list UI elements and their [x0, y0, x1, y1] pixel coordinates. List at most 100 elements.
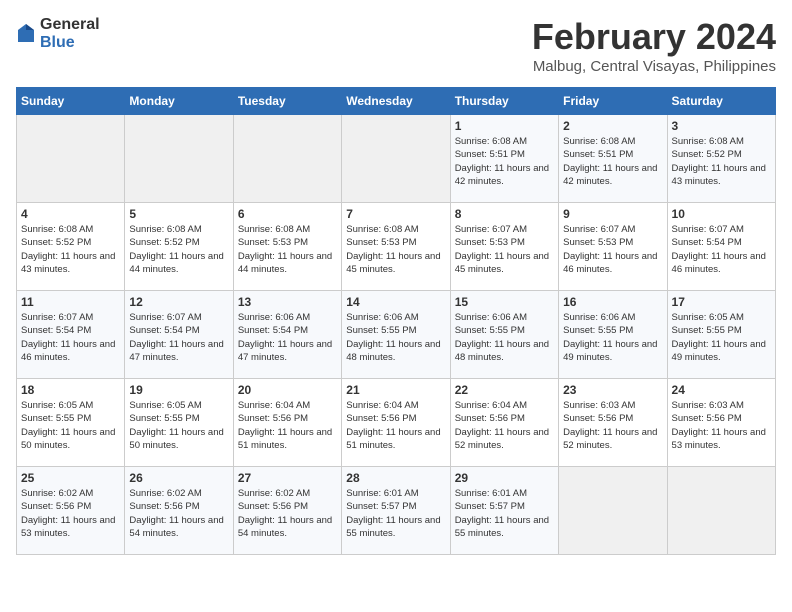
cell-info: Sunrise: 6:07 AM Sunset: 5:54 PM Dayligh…	[129, 311, 228, 364]
cell-info: Sunrise: 6:08 AM Sunset: 5:51 PM Dayligh…	[563, 135, 662, 188]
calendar-cell: 17 Sunrise: 6:05 AM Sunset: 5:55 PM Dayli…	[667, 291, 775, 379]
week-row-3: 11 Sunrise: 6:07 AM Sunset: 5:54 PM Dayli…	[17, 291, 776, 379]
calendar-cell: 14Sunrise: 6:06 AM Sunset: 5:55 PM Dayli…	[342, 291, 450, 379]
calendar-cell: 24 Sunrise: 6:03 AM Sunset: 5:56 PM Dayli…	[667, 379, 775, 467]
cell-info: Sunrise: 6:07 AM Sunset: 5:53 PM Dayligh…	[563, 223, 662, 276]
calendar-title: February 2024	[532, 16, 776, 58]
day-number: 4	[21, 207, 120, 221]
cell-info: Sunrise: 6:08 AM Sunset: 5:53 PM Dayligh…	[238, 223, 337, 276]
calendar-cell: 6 Sunrise: 6:08 AM Sunset: 5:53 PM Daylig…	[233, 203, 341, 291]
day-number: 21	[346, 383, 445, 397]
day-number: 1	[455, 119, 554, 133]
calendar-cell: 5Sunrise: 6:08 AM Sunset: 5:52 PM Daylig…	[125, 203, 233, 291]
cell-info: Sunrise: 6:03 AM Sunset: 5:56 PM Dayligh…	[672, 399, 771, 452]
day-number: 10	[672, 207, 771, 221]
calendar-cell: 18Sunrise: 6:05 AM Sunset: 5:55 PM Dayli…	[17, 379, 125, 467]
cell-info: Sunrise: 6:08 AM Sunset: 5:52 PM Dayligh…	[21, 223, 120, 276]
day-number: 22	[455, 383, 554, 397]
day-number: 20	[238, 383, 337, 397]
calendar-cell: 2 Sunrise: 6:08 AM Sunset: 5:51 PM Daylig…	[559, 115, 667, 203]
calendar-table: SundayMondayTuesdayWednesdayThursdayFrid…	[16, 87, 776, 555]
calendar-cell: 26Sunrise: 6:02 AM Sunset: 5:56 PM Dayli…	[125, 467, 233, 555]
logo-general-text: General	[40, 16, 100, 34]
header-day-tuesday: Tuesday	[233, 88, 341, 115]
calendar-cell: 7 Sunrise: 6:08 AM Sunset: 5:53 PM Daylig…	[342, 203, 450, 291]
cell-info: Sunrise: 6:08 AM Sunset: 5:53 PM Dayligh…	[346, 223, 445, 276]
calendar-cell: 23 Sunrise: 6:03 AM Sunset: 5:56 PM Dayli…	[559, 379, 667, 467]
logo-icon	[16, 22, 36, 46]
calendar-cell	[233, 115, 341, 203]
day-number: 27	[238, 471, 337, 485]
week-row-2: 4 Sunrise: 6:08 AM Sunset: 5:52 PM Daylig…	[17, 203, 776, 291]
cell-info: Sunrise: 6:02 AM Sunset: 5:56 PM Dayligh…	[21, 487, 120, 540]
cell-info: Sunrise: 6:07 AM Sunset: 5:53 PM Dayligh…	[455, 223, 554, 276]
logo-blue-text: Blue	[40, 34, 100, 52]
day-number: 29	[455, 471, 554, 485]
day-number: 9	[563, 207, 662, 221]
header-row: SundayMondayTuesdayWednesdayThursdayFrid…	[17, 88, 776, 115]
calendar-cell: 20 Sunrise: 6:04 AM Sunset: 5:56 PM Dayli…	[233, 379, 341, 467]
day-number: 13	[238, 295, 337, 309]
day-number: 24	[672, 383, 771, 397]
day-number: 26	[129, 471, 228, 485]
cell-info: Sunrise: 6:08 AM Sunset: 5:52 PM Dayligh…	[129, 223, 228, 276]
day-number: 2	[563, 119, 662, 133]
day-number: 7	[346, 207, 445, 221]
cell-info: Sunrise: 6:06 AM Sunset: 5:54 PM Dayligh…	[238, 311, 337, 364]
calendar-cell: 28 Sunrise: 6:01 AM Sunset: 5:57 PM Dayli…	[342, 467, 450, 555]
cell-info: Sunrise: 6:08 AM Sunset: 5:51 PM Dayligh…	[455, 135, 554, 188]
day-number: 15	[455, 295, 554, 309]
header-day-thursday: Thursday	[450, 88, 558, 115]
calendar-cell: 3 Sunrise: 6:08 AM Sunset: 5:52 PM Daylig…	[667, 115, 775, 203]
calendar-cell: 25 Sunrise: 6:02 AM Sunset: 5:56 PM Dayli…	[17, 467, 125, 555]
calendar-cell: 15 Sunrise: 6:06 AM Sunset: 5:55 PM Dayli…	[450, 291, 558, 379]
cell-info: Sunrise: 6:06 AM Sunset: 5:55 PM Dayligh…	[563, 311, 662, 364]
calendar-cell	[17, 115, 125, 203]
calendar-cell: 27Sunrise: 6:02 AM Sunset: 5:56 PM Dayli…	[233, 467, 341, 555]
cell-info: Sunrise: 6:04 AM Sunset: 5:56 PM Dayligh…	[238, 399, 337, 452]
week-row-4: 18Sunrise: 6:05 AM Sunset: 5:55 PM Dayli…	[17, 379, 776, 467]
calendar-cell: 12 Sunrise: 6:07 AM Sunset: 5:54 PM Dayli…	[125, 291, 233, 379]
header-day-monday: Monday	[125, 88, 233, 115]
cell-info: Sunrise: 6:08 AM Sunset: 5:52 PM Dayligh…	[672, 135, 771, 188]
header-day-friday: Friday	[559, 88, 667, 115]
cell-info: Sunrise: 6:07 AM Sunset: 5:54 PM Dayligh…	[21, 311, 120, 364]
day-number: 16	[563, 295, 662, 309]
title-section: February 2024 Malbug, Central Visayas, P…	[532, 16, 776, 75]
calendar-cell: 1 Sunrise: 6:08 AM Sunset: 5:51 PM Daylig…	[450, 115, 558, 203]
cell-info: Sunrise: 6:06 AM Sunset: 5:55 PM Dayligh…	[346, 311, 445, 364]
cell-info: Sunrise: 6:07 AM Sunset: 5:54 PM Dayligh…	[672, 223, 771, 276]
calendar-cell	[342, 115, 450, 203]
calendar-cell: 11 Sunrise: 6:07 AM Sunset: 5:54 PM Dayli…	[17, 291, 125, 379]
week-row-5: 25 Sunrise: 6:02 AM Sunset: 5:56 PM Dayli…	[17, 467, 776, 555]
calendar-cell: 13 Sunrise: 6:06 AM Sunset: 5:54 PM Dayli…	[233, 291, 341, 379]
day-number: 25	[21, 471, 120, 485]
day-number: 11	[21, 295, 120, 309]
cell-info: Sunrise: 6:03 AM Sunset: 5:56 PM Dayligh…	[563, 399, 662, 452]
day-number: 17	[672, 295, 771, 309]
cell-info: Sunrise: 6:04 AM Sunset: 5:56 PM Dayligh…	[346, 399, 445, 452]
calendar-subtitle: Malbug, Central Visayas, Philippines	[532, 58, 776, 75]
day-number: 12	[129, 295, 228, 309]
cell-info: Sunrise: 6:05 AM Sunset: 5:55 PM Dayligh…	[129, 399, 228, 452]
calendar-cell: 4 Sunrise: 6:08 AM Sunset: 5:52 PM Daylig…	[17, 203, 125, 291]
header-day-saturday: Saturday	[667, 88, 775, 115]
week-row-1: 1 Sunrise: 6:08 AM Sunset: 5:51 PM Daylig…	[17, 115, 776, 203]
calendar-cell	[125, 115, 233, 203]
day-number: 19	[129, 383, 228, 397]
cell-info: Sunrise: 6:05 AM Sunset: 5:55 PM Dayligh…	[672, 311, 771, 364]
calendar-cell	[667, 467, 775, 555]
header: General Blue February 2024 Malbug, Centr…	[16, 16, 776, 75]
header-day-wednesday: Wednesday	[342, 88, 450, 115]
cell-info: Sunrise: 6:06 AM Sunset: 5:55 PM Dayligh…	[455, 311, 554, 364]
day-number: 3	[672, 119, 771, 133]
calendar-cell: 9 Sunrise: 6:07 AM Sunset: 5:53 PM Daylig…	[559, 203, 667, 291]
day-number: 23	[563, 383, 662, 397]
cell-info: Sunrise: 6:01 AM Sunset: 5:57 PM Dayligh…	[455, 487, 554, 540]
calendar-cell	[559, 467, 667, 555]
cell-info: Sunrise: 6:01 AM Sunset: 5:57 PM Dayligh…	[346, 487, 445, 540]
day-number: 6	[238, 207, 337, 221]
cell-info: Sunrise: 6:05 AM Sunset: 5:55 PM Dayligh…	[21, 399, 120, 452]
day-number: 28	[346, 471, 445, 485]
cell-info: Sunrise: 6:04 AM Sunset: 5:56 PM Dayligh…	[455, 399, 554, 452]
